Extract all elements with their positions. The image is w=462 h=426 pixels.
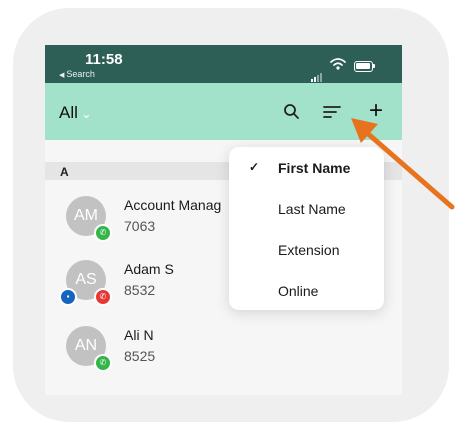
annotation-arrow-icon [351, 118, 455, 210]
